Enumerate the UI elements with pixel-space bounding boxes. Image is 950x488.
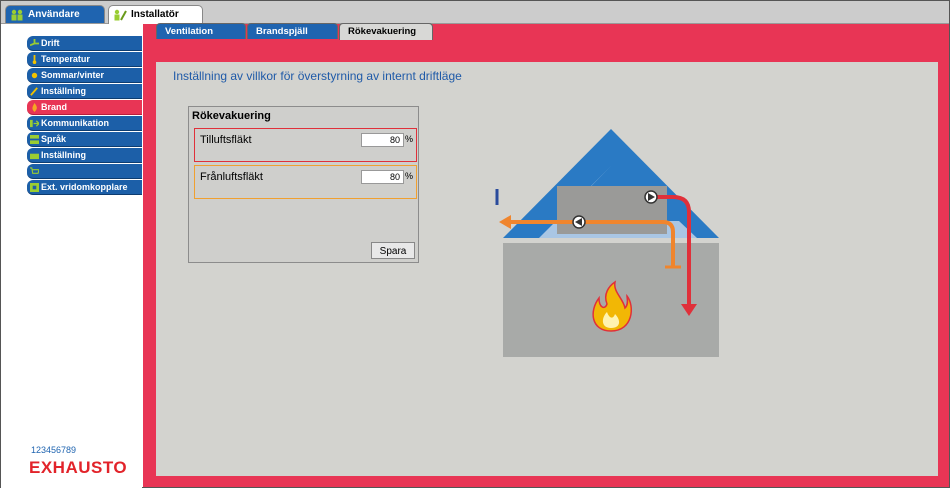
exhaust-fan-unit: % [405, 171, 414, 181]
sidebar-item-label: Kommunikation [41, 118, 110, 128]
tab-label: Brandspjäll [256, 26, 308, 37]
pencil-icon [30, 87, 38, 96]
exhaust-fan-input[interactable]: 80 [361, 170, 404, 184]
sidebar-item-installning[interactable]: Inställning [27, 84, 142, 99]
sidebar-item-drift[interactable]: Drift [27, 36, 142, 51]
sidebar: Drift Temperatur Sommar/vinter Inställni… [1, 24, 142, 488]
sidebar-item-label: Språk [41, 134, 67, 144]
flame-icon [32, 103, 37, 112]
tab-brandspjall[interactable]: Brandspjäll [247, 23, 338, 39]
sidebar-item-kommunikation[interactable]: Kommunikation [27, 116, 142, 131]
serial-number: 123456789 [31, 445, 77, 455]
arrow-icon [30, 119, 39, 128]
sidebar-item-brand[interactable]: Brand [27, 100, 142, 115]
tab-rokevakuering[interactable]: Rökevakuering [339, 23, 433, 40]
supply-fan-label: Tilluftsfläkt [200, 134, 252, 146]
sidebar-item-sommar-vinter[interactable]: Sommar/vinter [27, 68, 142, 83]
sun-icon [31, 72, 38, 79]
smoke-evacuation-diagram [495, 129, 719, 357]
tab-installer[interactable]: Installatör [108, 5, 203, 24]
tab-users[interactable]: Användare [5, 5, 105, 23]
supply-fan-unit: % [405, 134, 414, 144]
tab-label: Ventilation [165, 26, 214, 37]
tab-users-label: Användare [28, 9, 80, 20]
sidebar-item-label: Brand [41, 102, 68, 112]
exhaust-fan-row: Frånluftsfläkt 80 % [194, 165, 417, 199]
settings-card: Rökevakuering Tilluftsfläkt 80 % Frånluf… [188, 106, 419, 263]
supply-fan-row: Tilluftsfläkt 80 % [194, 128, 417, 162]
exhaust-fan-label: Frånluftsfläkt [200, 171, 263, 183]
sidebar-item-label: Temperatur [41, 54, 90, 64]
supply-fan-input[interactable]: 80 [361, 133, 404, 147]
sidebar-item-label: Inställning [41, 86, 86, 96]
thermometer-icon [32, 55, 37, 64]
exhaust-air-arrow [499, 215, 511, 229]
page-heading: Inställning av villkor för överstyrning … [173, 69, 462, 83]
fan-icon [30, 39, 39, 47]
sidebar-item-label: Drift [41, 38, 60, 48]
sidebar-item-label: Ext. vridomkopplare [41, 182, 128, 192]
sidebar-item-sprak[interactable]: Språk [27, 132, 142, 147]
sidebar-item-label: Inställning [41, 150, 86, 160]
display-icon [30, 153, 39, 160]
switch-icon [30, 183, 39, 192]
exhausto-logo: EXHAUSTO [29, 458, 128, 477]
sidebar-item-ext-vridomkopplare[interactable]: Ext. vridomkopplare [27, 180, 142, 195]
sidebar-item-installning-2[interactable]: Inställning [27, 148, 142, 163]
flags-icon [30, 135, 39, 144]
top-tab-bar: Användare Installatör [1, 1, 949, 24]
tab-ventilation[interactable]: Ventilation [156, 23, 246, 39]
sidebar-item-temperatur[interactable]: Temperatur [27, 52, 142, 67]
users-icon [11, 9, 23, 21]
tab-label: Rökevakuering [348, 26, 417, 37]
installer-icon [114, 9, 127, 21]
sidebar-item-disabled [27, 164, 142, 179]
sidebar-item-label: Sommar/vinter [41, 70, 105, 80]
card-title: Rökevakuering [192, 110, 271, 122]
tab-installer-label: Installatör [131, 9, 179, 20]
cart-icon [30, 167, 39, 174]
app-window: Användare Installatör Drift Temperatur S… [0, 0, 950, 488]
save-button[interactable]: Spara [371, 242, 415, 259]
